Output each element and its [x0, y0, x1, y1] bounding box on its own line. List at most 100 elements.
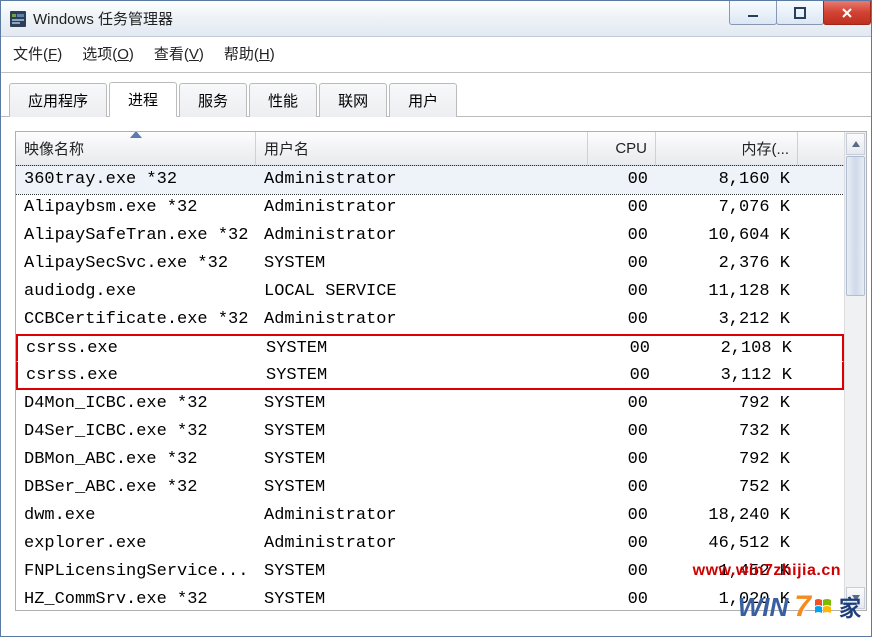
cell-image-name: D4Ser_ICBC.exe *32: [16, 422, 256, 441]
cell-memory: 792 K: [656, 394, 798, 413]
cell-memory: 8,160 K: [656, 170, 798, 189]
cell-image-name: DBSer_ABC.exe *32: [16, 478, 256, 497]
table-row[interactable]: Alipaybsm.exe *32Administrator007,076 K: [16, 194, 844, 222]
tab-performance[interactable]: 性能: [249, 83, 317, 117]
scroll-thumb[interactable]: [846, 156, 865, 296]
col-user-name[interactable]: 用户名: [256, 132, 588, 165]
cell-image-name: 360tray.exe *32: [16, 170, 256, 189]
scroll-down-button[interactable]: [846, 587, 865, 609]
cell-user-name: SYSTEM: [256, 590, 588, 609]
cell-memory: 7,076 K: [656, 198, 798, 217]
cell-cpu: 00: [588, 170, 656, 189]
cell-user-name: LOCAL SERVICE: [256, 282, 588, 301]
table-row[interactable]: dwm.exeAdministrator0018,240 K: [16, 502, 844, 530]
minimize-button[interactable]: [729, 1, 777, 25]
cell-cpu: 00: [588, 282, 656, 301]
cell-image-name: explorer.exe: [16, 534, 256, 553]
cell-cpu: 00: [588, 590, 656, 609]
cell-user-name: SYSTEM: [256, 450, 588, 469]
tab-users[interactable]: 用户: [389, 83, 457, 117]
menubar: 文件(F) 选项(O) 查看(V) 帮助(H): [1, 37, 871, 73]
app-icon: [9, 10, 27, 28]
vertical-scrollbar[interactable]: [844, 132, 866, 610]
table-row[interactable]: explorer.exeAdministrator0046,512 K: [16, 530, 844, 558]
table-row[interactable]: AlipaySafeTran.exe *32Administrator0010,…: [16, 222, 844, 250]
titlebar[interactable]: Windows 任务管理器: [1, 1, 871, 37]
menu-view[interactable]: 查看(V): [154, 43, 204, 64]
table-row[interactable]: CCBCertificate.exe *32Administrator003,2…: [16, 306, 844, 334]
cell-cpu: 00: [588, 478, 656, 497]
cell-cpu: 00: [590, 339, 658, 358]
cell-memory: 18,240 K: [656, 506, 798, 525]
cell-cpu: 00: [588, 394, 656, 413]
cell-image-name: FNPLicensingService...: [16, 562, 256, 581]
cell-user-name: SYSTEM: [258, 339, 590, 358]
cell-user-name: SYSTEM: [256, 254, 588, 273]
table-row[interactable]: DBSer_ABC.exe *32SYSTEM00752 K: [16, 474, 844, 502]
close-button[interactable]: [823, 1, 871, 25]
cell-user-name: Administrator: [256, 170, 588, 189]
cell-memory: 2,108 K: [658, 339, 800, 358]
tab-applications[interactable]: 应用程序: [9, 83, 107, 117]
table-row[interactable]: audiodg.exeLOCAL SERVICE0011,128 K: [16, 278, 844, 306]
table-row[interactable]: AlipaySecSvc.exe *32SYSTEM002,376 K: [16, 250, 844, 278]
table-row[interactable]: DBMon_ABC.exe *32SYSTEM00792 K: [16, 446, 844, 474]
process-rows: 360tray.exe *32Administrator008,160 KAli…: [16, 166, 844, 610]
cell-cpu: 00: [588, 450, 656, 469]
table-row[interactable]: HZ_CommSrv.exe *32SYSTEM001,020 K: [16, 586, 844, 610]
tab-networking[interactable]: 联网: [319, 83, 387, 117]
cell-user-name: Administrator: [256, 226, 588, 245]
cell-cpu: 00: [588, 506, 656, 525]
cell-memory: 752 K: [656, 478, 798, 497]
cell-image-name: csrss.exe: [18, 339, 258, 358]
col-memory[interactable]: 内存(...: [656, 132, 798, 165]
cell-user-name: Administrator: [256, 198, 588, 217]
process-list[interactable]: 映像名称 用户名 CPU 内存(... 360tray.exe *32Admin…: [15, 131, 867, 611]
cell-image-name: Alipaybsm.exe *32: [16, 198, 256, 217]
cell-cpu: 00: [588, 562, 656, 581]
cell-image-name: dwm.exe: [16, 506, 256, 525]
task-manager-window: Windows 任务管理器 文件(F) 选项(O) 查看(V) 帮助(H) 应用…: [0, 0, 872, 637]
window-title: Windows 任务管理器: [33, 8, 173, 29]
cell-cpu: 00: [588, 534, 656, 553]
table-row[interactable]: csrss.exeSYSTEM003,112 K: [16, 362, 844, 390]
cell-memory: 1,020 K: [656, 590, 798, 609]
menu-help[interactable]: 帮助(H): [224, 43, 275, 64]
maximize-button[interactable]: [776, 1, 824, 25]
cell-user-name: Administrator: [256, 534, 588, 553]
tab-services[interactable]: 服务: [179, 83, 247, 117]
cell-image-name: D4Mon_ICBC.exe *32: [16, 394, 256, 413]
cell-memory: 792 K: [656, 450, 798, 469]
cell-image-name: HZ_CommSrv.exe *32: [16, 590, 256, 609]
menu-options[interactable]: 选项(O): [82, 43, 134, 64]
cell-cpu: 00: [588, 254, 656, 273]
cell-memory: 2,376 K: [656, 254, 798, 273]
cell-cpu: 00: [588, 310, 656, 329]
cell-memory: 3,112 K: [658, 366, 800, 385]
cell-user-name: SYSTEM: [256, 422, 588, 441]
client-area: 映像名称 用户名 CPU 内存(... 360tray.exe *32Admin…: [1, 117, 871, 636]
cell-image-name: audiodg.exe: [16, 282, 256, 301]
table-row[interactable]: 360tray.exe *32Administrator008,160 K: [16, 166, 844, 194]
cell-cpu: 00: [588, 422, 656, 441]
scroll-up-button[interactable]: [846, 133, 865, 155]
table-row[interactable]: csrss.exeSYSTEM002,108 K: [16, 334, 844, 362]
table-row[interactable]: D4Mon_ICBC.exe *32SYSTEM00792 K: [16, 390, 844, 418]
scroll-track[interactable]: [845, 156, 866, 586]
cell-user-name: SYSTEM: [256, 478, 588, 497]
col-cpu[interactable]: CPU: [588, 132, 656, 165]
cell-cpu: 00: [588, 198, 656, 217]
cell-image-name: AlipaySafeTran.exe *32: [16, 226, 256, 245]
cell-user-name: SYSTEM: [256, 562, 588, 581]
menu-file[interactable]: 文件(F): [13, 43, 62, 64]
column-headers: 映像名称 用户名 CPU 内存(...: [16, 132, 844, 166]
tab-processes[interactable]: 进程: [109, 82, 177, 117]
cell-memory: 46,512 K: [656, 534, 798, 553]
cell-memory: 732 K: [656, 422, 798, 441]
tabstrip: 应用程序 进程 服务 性能 联网 用户: [1, 77, 871, 117]
cell-image-name: DBMon_ABC.exe *32: [16, 450, 256, 469]
window-buttons: [730, 1, 871, 25]
table-row[interactable]: D4Ser_ICBC.exe *32SYSTEM00732 K: [16, 418, 844, 446]
cell-user-name: Administrator: [256, 506, 588, 525]
col-image-name[interactable]: 映像名称: [16, 132, 256, 165]
